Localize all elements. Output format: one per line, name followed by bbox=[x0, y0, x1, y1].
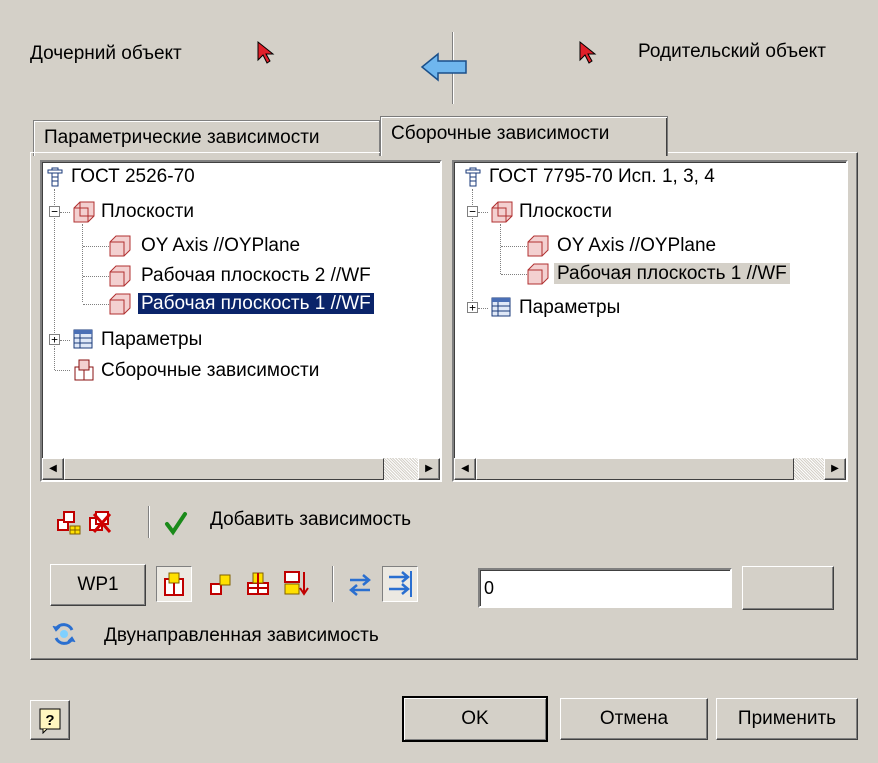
help-icon: ? bbox=[39, 708, 61, 735]
delete-constraint-icon[interactable] bbox=[86, 508, 114, 542]
direction-arrow-icon[interactable] bbox=[420, 52, 468, 88]
coincident-constraint-button[interactable] bbox=[156, 566, 192, 602]
tree-root[interactable]: ГОСТ 2526-70 bbox=[68, 164, 198, 190]
scroll-left-button[interactable]: ◀ bbox=[454, 458, 476, 480]
plane-icon bbox=[109, 293, 131, 315]
parameters-icon bbox=[491, 297, 511, 317]
flip-constraint-icon[interactable] bbox=[282, 568, 312, 604]
add-dependency-label: Добавить зависимость bbox=[210, 509, 412, 530]
tree-planes[interactable]: Плоскости bbox=[516, 199, 615, 225]
value-action-button[interactable] bbox=[742, 566, 834, 610]
add-constraint-icon[interactable] bbox=[54, 508, 82, 542]
cancel-button[interactable]: Отмена bbox=[560, 698, 708, 740]
plane-icon bbox=[527, 263, 549, 285]
one-direction-button[interactable] bbox=[382, 566, 418, 602]
tree-plane-item[interactable]: OY Axis //OYPlane bbox=[554, 233, 719, 259]
swap-direction-icon[interactable] bbox=[346, 572, 374, 604]
svg-text:?: ? bbox=[45, 712, 54, 729]
collapse-toggle[interactable]: − bbox=[467, 206, 478, 217]
tree-assembly-constraints[interactable]: Сборочные зависимости bbox=[98, 358, 322, 384]
help-button[interactable]: ? bbox=[30, 700, 70, 740]
bidirectional-label: Двунаправленная зависимость bbox=[104, 625, 379, 646]
expand-toggle[interactable]: + bbox=[49, 334, 60, 345]
value-input[interactable]: 0 bbox=[478, 568, 732, 608]
expand-toggle[interactable]: + bbox=[467, 302, 478, 313]
tree-plane-item[interactable]: OY Axis //OYPlane bbox=[138, 233, 303, 259]
checkmark-icon[interactable] bbox=[164, 510, 188, 542]
tree-planes[interactable]: Плоскости bbox=[98, 199, 197, 225]
tab-assembly[interactable]: Сборочные зависимости bbox=[380, 116, 668, 156]
wp1-button[interactable]: WP1 bbox=[50, 564, 146, 606]
plane-icon bbox=[527, 235, 549, 257]
align-constraint-icon[interactable] bbox=[244, 570, 272, 604]
apply-button[interactable]: Применить bbox=[716, 698, 858, 740]
parent-object-label: Родительский объект bbox=[638, 41, 826, 62]
plane-icon bbox=[109, 235, 131, 257]
tree-parameters[interactable]: Параметры bbox=[516, 295, 623, 321]
assembly-constraints-icon bbox=[74, 359, 94, 381]
child-tree[interactable]: ГОСТ 2526-70 − Плоскости OY Axis //OYPla… bbox=[40, 160, 442, 482]
child-pick-cursor-icon[interactable] bbox=[256, 40, 276, 72]
bidirectional-refresh-icon[interactable] bbox=[50, 620, 78, 654]
parameters-icon bbox=[73, 329, 93, 349]
offset-constraint-icon[interactable] bbox=[208, 572, 234, 604]
one-direction-icon bbox=[389, 571, 412, 597]
collapse-toggle[interactable]: − bbox=[49, 206, 60, 217]
parent-tree[interactable]: ГОСТ 7795-70 Исп. 1, 3, 4 − Плоскости OY… bbox=[452, 160, 848, 482]
coincident-icon bbox=[164, 572, 184, 596]
scroll-right-button[interactable]: ▶ bbox=[418, 458, 440, 480]
parent-pick-cursor-icon[interactable] bbox=[578, 40, 598, 72]
plane-icon bbox=[109, 265, 131, 287]
scroll-thumb[interactable] bbox=[64, 458, 384, 480]
ok-button[interactable]: OK bbox=[402, 696, 548, 742]
part-icon bbox=[465, 167, 481, 187]
toolbar-separator bbox=[332, 566, 334, 602]
scroll-thumb[interactable] bbox=[476, 458, 794, 480]
scroll-left-button[interactable]: ◀ bbox=[42, 458, 64, 480]
tree-plane-item-highlighted[interactable]: Рабочая плоскость 1 //WF bbox=[554, 261, 790, 287]
tab-parametric[interactable]: Параметрические зависимости bbox=[33, 120, 380, 156]
part-icon bbox=[47, 167, 63, 187]
scroll-right-button[interactable]: ▶ bbox=[824, 458, 846, 480]
horizontal-scrollbar[interactable]: ◀ ▶ bbox=[454, 458, 846, 480]
tree-plane-item[interactable]: Рабочая плоскость 2 //WF bbox=[138, 263, 374, 289]
toolbar-separator bbox=[148, 506, 150, 538]
tree-plane-item-selected[interactable]: Рабочая плоскость 1 //WF bbox=[137, 291, 375, 317]
child-object-label: Дочерний объект bbox=[30, 43, 182, 64]
horizontal-scrollbar[interactable]: ◀ ▶ bbox=[42, 458, 440, 480]
planes-folder-icon bbox=[491, 201, 513, 223]
tree-parameters[interactable]: Параметры bbox=[98, 327, 205, 353]
tree-root[interactable]: ГОСТ 7795-70 Исп. 1, 3, 4 bbox=[486, 164, 718, 190]
planes-folder-icon bbox=[73, 201, 95, 223]
